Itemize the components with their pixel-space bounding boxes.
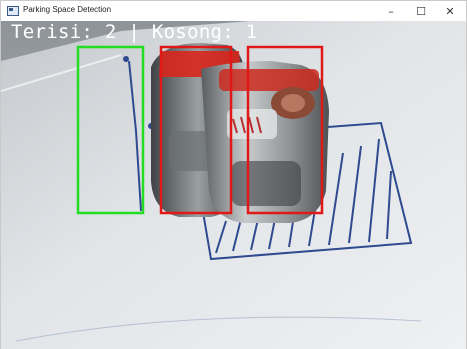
camera-frame <box>1 21 466 349</box>
window-title: Parking Space Detection <box>23 5 112 14</box>
maximize-button[interactable]: ☐ <box>406 1 436 21</box>
camera-feed: Terisi: 2 | Kosong: 1 <box>1 21 466 349</box>
title-bar[interactable]: Parking Space Detection – ☐ ✕ <box>1 1 466 21</box>
minimize-button[interactable]: – <box>376 1 406 21</box>
toy-car-2 <box>201 61 329 223</box>
close-button[interactable]: ✕ <box>435 1 465 21</box>
occupancy-status: Terisi: 2 | Kosong: 1 <box>11 21 258 43</box>
app-window: Parking Space Detection – ☐ ✕ Terisi: 2 … <box>0 0 467 349</box>
app-window-icon <box>7 6 19 16</box>
